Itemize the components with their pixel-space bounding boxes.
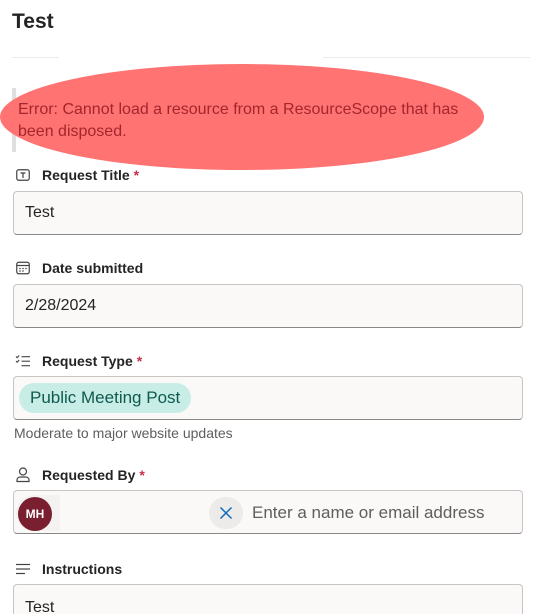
request-type-label: Request Type * (14, 352, 142, 370)
instructions-field[interactable]: Test (13, 584, 523, 614)
header-divider-left (12, 57, 59, 58)
text-field-icon (14, 166, 32, 184)
request-title-field[interactable]: Test (13, 191, 523, 235)
request-type-helper: Moderate to major website updates (14, 425, 233, 441)
instructions-value: Test (25, 599, 55, 614)
avatar[interactable]: MH (18, 497, 52, 531)
requested-by-field[interactable]: MH (13, 490, 523, 534)
choice-list-icon (14, 352, 32, 370)
error-message: Error: Cannot load a resource from a Res… (18, 101, 459, 140)
date-submitted-value: 2/28/2024 (25, 297, 97, 314)
requested-by-label-text: Requested By (42, 467, 136, 483)
form-page: Test Error: Cannot load a resource from … (0, 0, 543, 614)
remove-person-button[interactable] (209, 497, 243, 529)
instructions-label: Instructions (14, 560, 122, 578)
people-picker-input[interactable] (252, 501, 514, 525)
request-type-chip[interactable]: Public Meeting Post (19, 383, 192, 413)
requested-by-label: Requested By * (14, 466, 145, 484)
header-divider-right (323, 57, 530, 58)
required-mark: * (133, 167, 140, 183)
required-mark: * (136, 353, 143, 369)
request-type-field[interactable]: Public Meeting Post (13, 376, 523, 420)
page-title: Test (12, 10, 54, 33)
required-mark: * (139, 467, 145, 483)
instructions-label-text: Instructions (42, 561, 123, 577)
request-type-label-text: Request Type (42, 353, 133, 369)
date-submitted-field[interactable]: 2/28/2024 (13, 284, 523, 328)
close-icon (219, 506, 233, 520)
request-title-label-text: Request Title (42, 167, 130, 183)
date-submitted-label: Date submitted (14, 259, 143, 277)
person-icon (14, 466, 32, 484)
date-submitted-label-text: Date submitted (42, 260, 144, 276)
request-title-value: Test (25, 204, 55, 221)
request-title-label: Request Title * (14, 166, 139, 184)
calendar-icon (14, 259, 32, 277)
multiline-text-icon (14, 560, 32, 578)
